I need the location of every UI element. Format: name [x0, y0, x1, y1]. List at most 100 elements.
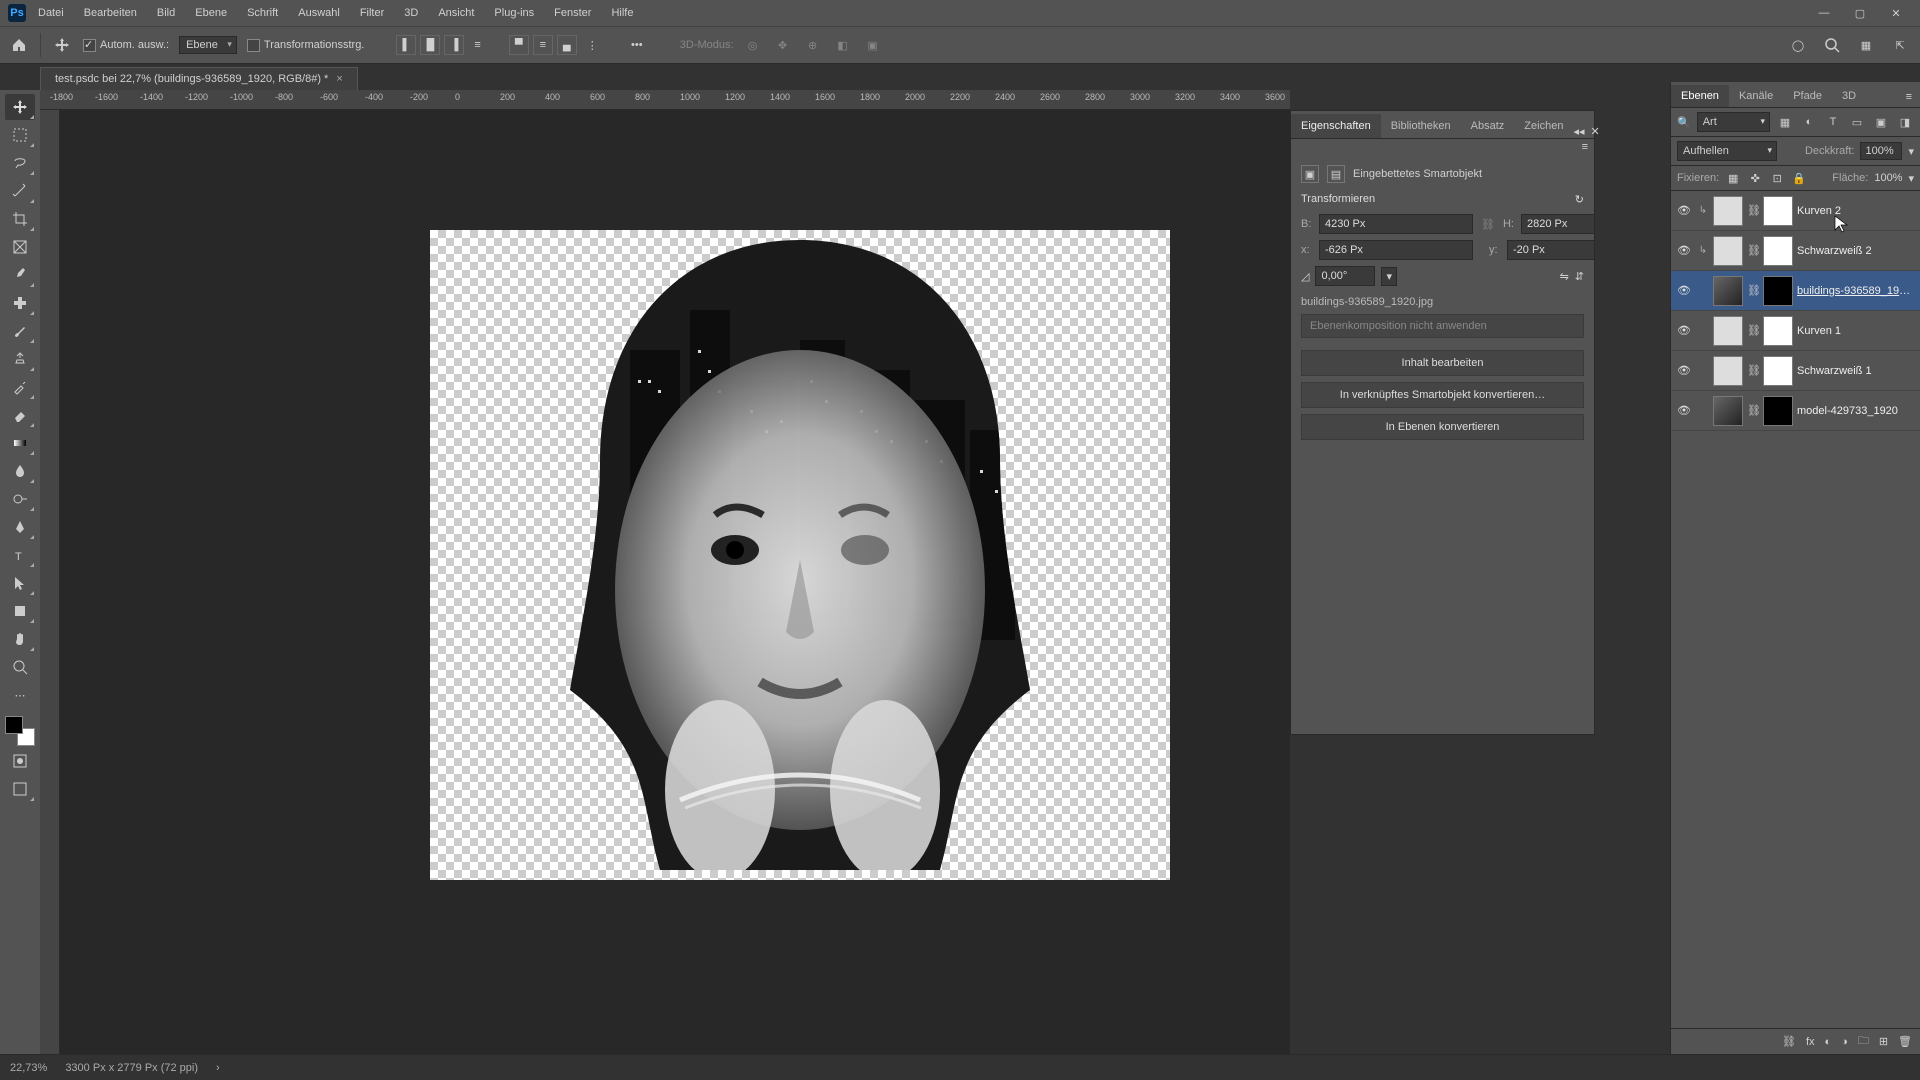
menu-select[interactable]: Auswahl	[290, 3, 348, 23]
layer-name[interactable]: Kurven 1	[1797, 325, 1916, 337]
menu-file[interactable]: Datei	[30, 3, 72, 23]
menu-3d[interactable]: 3D	[396, 3, 426, 23]
artboard[interactable]	[430, 230, 1170, 880]
panel-close-icon[interactable]: ✕	[1590, 125, 1599, 138]
link-layers-icon[interactable]: ⛓	[1782, 1035, 1796, 1048]
layer-mask-thumbnail[interactable]	[1763, 316, 1793, 346]
maximize-button[interactable]: ▢	[1844, 0, 1876, 26]
filter-type-icon[interactable]: T	[1824, 113, 1842, 131]
mask-link-icon[interactable]: ⛓	[1747, 324, 1759, 337]
height-input[interactable]	[1521, 214, 1594, 234]
channels-tab[interactable]: Kanäle	[1729, 85, 1783, 107]
layer-row[interactable]: 👁↳⛓Schwarzweiß 2	[1671, 231, 1920, 271]
zoom-tool[interactable]	[5, 654, 35, 680]
menu-window[interactable]: Fenster	[546, 3, 599, 23]
filter-adjust-icon[interactable]: ◐	[1800, 113, 1818, 131]
quickmask-tool[interactable]	[5, 748, 35, 774]
layer-thumbnail[interactable]	[1713, 316, 1743, 346]
more-options-icon[interactable]: •••	[626, 34, 648, 56]
close-button[interactable]: ✕	[1880, 0, 1912, 26]
lock-position-icon[interactable]: ✜	[1747, 170, 1763, 186]
flip-v-icon[interactable]: ⇵	[1575, 270, 1584, 283]
filter-toggle-icon[interactable]: ◨	[1896, 113, 1914, 131]
convert-linked-button[interactable]: In verknüpftes Smartobjekt konvertieren…	[1301, 382, 1584, 408]
layer-thumbnail[interactable]	[1713, 396, 1743, 426]
magic-wand-tool[interactable]	[5, 178, 35, 204]
add-mask-icon[interactable]: ◐	[1825, 1036, 1832, 1048]
pen-tool[interactable]	[5, 514, 35, 540]
document-tab[interactable]: test.psdc bei 22,7% (buildings-936589_19…	[40, 67, 358, 90]
blur-tool[interactable]	[5, 458, 35, 484]
color-swatch[interactable]	[5, 716, 35, 746]
cloud-docs-icon[interactable]: ◯	[1786, 33, 1810, 57]
home-icon[interactable]	[8, 34, 30, 56]
mask-link-icon[interactable]: ⛓	[1747, 204, 1759, 217]
dodge-tool[interactable]	[5, 486, 35, 512]
history-brush-tool[interactable]	[5, 374, 35, 400]
x-input[interactable]	[1319, 240, 1473, 260]
lock-pixels-icon[interactable]: ▦	[1725, 170, 1741, 186]
convert-layers-button[interactable]: In Ebenen konvertieren	[1301, 414, 1584, 440]
eyedropper-tool[interactable]	[5, 262, 35, 288]
layers-panel-menu-icon[interactable]: ≡	[1898, 87, 1920, 107]
opacity-value[interactable]: 100%	[1860, 142, 1902, 160]
distribute-h-icon[interactable]: ≡	[474, 39, 480, 51]
mask-link-icon[interactable]: ⛓	[1747, 284, 1759, 297]
layer-row[interactable]: 👁 ⛓ Schwarzweiß 1	[1671, 351, 1920, 391]
align-center-h-icon[interactable]: ▐▌	[420, 35, 440, 55]
layer-name[interactable]: Schwarzweiß 1	[1797, 365, 1916, 377]
panel-collapse-icon[interactable]: ◂◂	[1573, 125, 1584, 138]
layers-tab[interactable]: Ebenen	[1671, 85, 1729, 107]
align-left-icon[interactable]: ▌	[396, 35, 416, 55]
filter-pixel-icon[interactable]: ▦	[1776, 113, 1794, 131]
filter-smart-icon[interactable]: ▣	[1872, 113, 1890, 131]
flip-h-icon[interactable]: ⇋	[1560, 270, 1569, 283]
3d-tab[interactable]: 3D	[1832, 85, 1866, 107]
share-icon[interactable]: ⇱	[1888, 33, 1912, 57]
workspace-icon[interactable]: ▦	[1854, 33, 1878, 57]
layer-mask-thumbnail[interactable]	[1763, 396, 1793, 426]
width-input[interactable]	[1319, 214, 1473, 234]
fx-icon[interactable]: fx	[1806, 1036, 1815, 1048]
doc-info-arrow-icon[interactable]: ›	[216, 1062, 220, 1074]
search-icon[interactable]	[1820, 33, 1844, 57]
canvas-area[interactable]	[60, 110, 1290, 1054]
layer-mask-thumbnail[interactable]	[1763, 356, 1793, 386]
layer-mask-thumbnail[interactable]	[1763, 196, 1793, 226]
move-tool[interactable]	[5, 94, 35, 120]
mask-link-icon[interactable]: ⛓	[1747, 404, 1759, 417]
mask-link-icon[interactable]: ⛓	[1747, 244, 1759, 257]
filter-shape-icon[interactable]: ▭	[1848, 113, 1866, 131]
menu-view[interactable]: Ansicht	[430, 3, 482, 23]
eraser-tool[interactable]	[5, 402, 35, 428]
layer-row[interactable]: 👁⛓Kurven 1	[1671, 311, 1920, 351]
menu-plugins[interactable]: Plug-ins	[486, 3, 542, 23]
menu-image[interactable]: Bild	[149, 3, 183, 23]
type-tool[interactable]: T	[5, 542, 35, 568]
visibility-toggle-icon[interactable]: 👁	[1675, 244, 1693, 257]
delete-layer-icon[interactable]: 🗑	[1898, 1035, 1912, 1048]
clone-stamp-tool[interactable]	[5, 346, 35, 372]
path-select-tool[interactable]	[5, 570, 35, 596]
filter-search-icon[interactable]: 🔍	[1677, 116, 1691, 129]
mask-link-icon[interactable]: ⛓	[1747, 364, 1759, 377]
align-bottom-icon[interactable]: ▄	[557, 35, 577, 55]
opacity-dropdown-icon[interactable]: ▾	[1908, 145, 1914, 158]
lasso-tool[interactable]	[5, 150, 35, 176]
menu-help[interactable]: Hilfe	[603, 3, 641, 23]
menu-layer[interactable]: Ebene	[187, 3, 235, 23]
visibility-toggle-icon[interactable]: 👁	[1675, 404, 1693, 417]
layer-row[interactable]: 👁⛓buildings-936589_1920…	[1671, 271, 1920, 311]
align-middle-icon[interactable]: ≡	[533, 35, 553, 55]
layer-comp-dropdown[interactable]: Ebenenkomposition nicht anwenden	[1301, 314, 1584, 338]
transform-controls-checkbox[interactable]: Transformationsstrg.	[247, 39, 364, 52]
gradient-tool[interactable]	[5, 430, 35, 456]
frame-tool[interactable]	[5, 234, 35, 260]
fill-dropdown-icon[interactable]: ▾	[1908, 172, 1914, 185]
doc-info[interactable]: 3300 Px x 2779 Px (72 ppi)	[65, 1062, 198, 1074]
visibility-toggle-icon[interactable]: 👁	[1675, 364, 1693, 377]
auto-select-target-dropdown[interactable]: Ebene	[179, 36, 237, 54]
blend-mode-dropdown[interactable]: Aufhellen	[1677, 141, 1777, 161]
angle-input[interactable]	[1315, 266, 1375, 286]
layer-mask-thumbnail[interactable]	[1763, 236, 1793, 266]
